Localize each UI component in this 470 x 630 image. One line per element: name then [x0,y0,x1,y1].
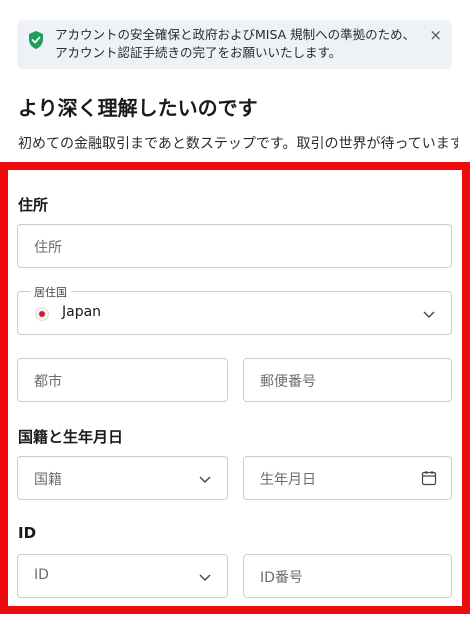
nationality-placeholder: 国籍 [34,472,62,488]
address-input[interactable]: 住所 [17,224,452,268]
address-section-title: 住所 [18,196,49,214]
page-title: より深く理解したいのです [18,96,258,120]
shield-check-icon [29,31,43,49]
page-intro: 初めての金融取引まであと数ステップです。取引の世界が待っています。 [18,136,458,152]
birthdate-placeholder: 生年月日 [260,472,316,488]
notice-message: アカウントの安全確保と政府およびMISA 規制への準拠のため、アカウント認証手続… [55,27,416,60]
id-number-placeholder: ID番号 [260,570,303,586]
calendar-icon[interactable] [421,470,437,486]
nationality-select[interactable]: 国籍 [17,456,228,500]
id-type-select[interactable]: ID [17,554,228,598]
birthdate-input[interactable]: 生年月日 [243,456,452,500]
verification-notice: アカウントの安全確保と政府およびMISA 規制への準拠のため、アカウント認証手続… [17,20,452,69]
close-icon[interactable]: × [429,26,442,44]
japan-flag-icon [35,307,49,321]
country-label: 居住国 [30,284,71,300]
chevron-down-icon [423,311,435,318]
nationality-section-title: 国籍と生年月日 [18,428,124,446]
postal-code-input[interactable]: 郵便番号 [243,358,452,402]
country-select[interactable]: 居住国 Japan [17,284,452,335]
city-placeholder: 都市 [34,374,62,390]
country-value: Japan [62,304,102,320]
id-type-placeholder: ID [34,567,49,583]
postal-code-placeholder: 郵便番号 [260,374,316,390]
chevron-down-icon [199,574,211,581]
address-placeholder: 住所 [34,240,62,256]
city-input[interactable]: 都市 [17,358,228,402]
id-number-input[interactable]: ID番号 [243,554,452,598]
id-section-title: ID [18,524,37,542]
chevron-down-icon [199,476,211,483]
